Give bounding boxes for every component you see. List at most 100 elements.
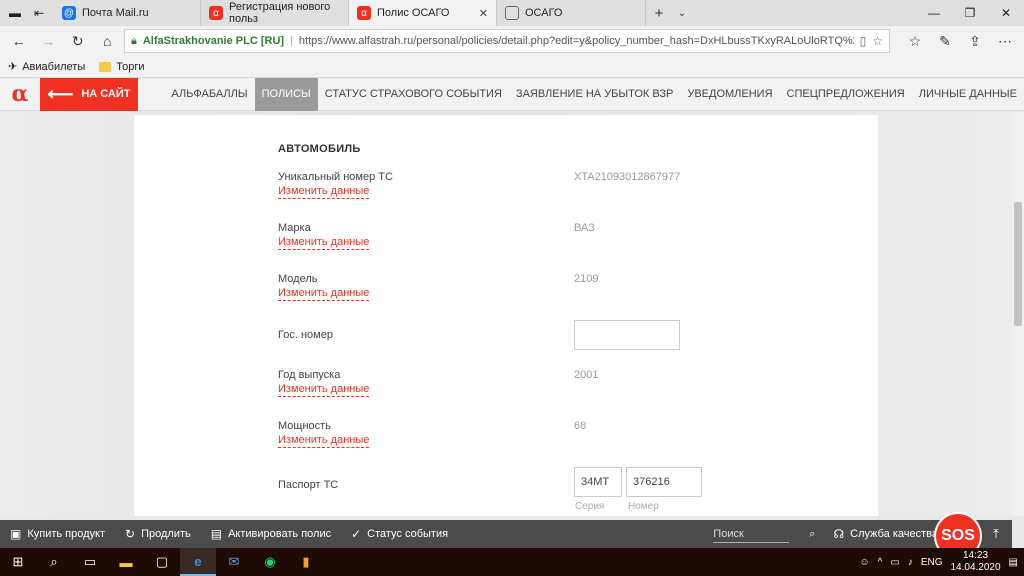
close-window-icon[interactable]: ✕ [988,0,1024,26]
back-to-site-button[interactable]: ⟵ НА САЙТ [40,77,138,111]
notifications-icon[interactable]: ▤ [1009,557,1018,568]
extend-button[interactable]: ↻ Продлить [115,527,201,541]
nav-claim-status[interactable]: СТАТУС СТРАХОВОГО СОБЫТИЯ [318,78,509,111]
alfa-logo[interactable]: α [0,78,40,111]
passport-number-input[interactable]: 376216 [626,467,702,497]
quality-service-button[interactable]: ☊ Служба качества [823,527,948,541]
mail-icon[interactable]: ✉ [216,548,252,576]
search-icon[interactable]: ⌕ [809,528,823,541]
favorites-icon[interactable]: ☆ [902,29,928,53]
field-plate: Гос. номер [278,329,838,341]
back-to-site-label: НА САЙТ [81,88,131,100]
volume-icon[interactable]: ♪ [908,557,913,568]
plate-input[interactable] [574,320,680,350]
forward-icon[interactable]: → [36,29,62,53]
tabs-aside-icon[interactable]: ⇤ [30,4,48,22]
tab-label: Полис ОСАГО [377,7,450,19]
passport-series-input[interactable]: 34МТ [574,467,622,497]
whatsapp-icon[interactable]: ◉ [252,548,288,576]
clock-date: 14.04.2020 [950,562,1001,573]
field-power: Мощность Изменить данные 68 [278,420,838,448]
arrow-left-icon: ⟵ [47,84,74,104]
page-scrollbar[interactable] [1012,112,1024,516]
tab-polis-osago[interactable]: α Полис ОСАГО ✕ [349,0,497,26]
page-content: АВТОМОБИЛЬ Уникальный номер ТС Изменить … [0,112,1012,516]
clock-time: 14:23 [963,550,989,561]
car-form-card: АВТОМОБИЛЬ Уникальный номер ТС Изменить … [134,115,878,516]
search-input[interactable]: Поиск [713,525,790,543]
field-model: Модель Изменить данные 2109 [278,273,838,301]
document-icon: ▤ [210,527,223,541]
refresh-icon[interactable]: ↻ [65,29,91,53]
pen-icon[interactable]: ✎ [932,29,958,53]
search-placeholder: Поиск [713,527,744,540]
nav-notifications[interactable]: УВЕДОМЛЕНИЯ [680,78,779,111]
page-icon [505,6,519,20]
tab-actions-icon[interactable]: ▬ [6,4,24,22]
favorite-torgi[interactable]: Торги [99,61,145,73]
task-view-icon[interactable]: ▭ [72,548,108,576]
edit-vin-link[interactable]: Изменить данные [278,185,370,199]
minimize-icon[interactable]: — [916,0,952,26]
scrollbar-thumb[interactable] [1014,202,1022,326]
document-app-icon[interactable]: ▮ [288,548,324,576]
activate-label: Активировать полис [228,528,332,540]
tab-label: Регистрация нового польз [229,1,331,25]
bottom-action-bar: ▣ Купить продукт ↻ Продлить ▤ Активирова… [0,520,1012,548]
favorite-aviatickets[interactable]: ✈ Авиабилеты [8,60,86,74]
search-icon[interactable]: ⌕ [36,548,72,576]
nav-alfaballs[interactable]: АЛЬФАБАЛЛЫ [164,78,254,111]
activate-policy-button[interactable]: ▤ Активировать полис [201,527,341,541]
mail-ru-icon: @ [62,6,76,20]
field-value: 68 [574,420,587,432]
home-icon[interactable]: ⌂ [95,29,121,53]
scroll-to-top-icon[interactable]: ⤒ [986,524,1006,544]
url-text: https://www.alfastrah.ru/personal/polici… [298,35,854,47]
store-icon[interactable]: ▢ [144,548,180,576]
support-label: Служба качества [850,528,938,540]
section-title: АВТОМОБИЛЬ [278,143,361,155]
edit-year-link[interactable]: Изменить данные [278,383,370,397]
chevron-up-icon[interactable]: ^ [878,557,883,568]
favorite-label: Авиабилеты [22,60,86,73]
nav-vzr-claim[interactable]: ЗАЯВЛЕНИЕ НА УБЫТОК ВЗР [509,78,680,111]
windows-start-icon[interactable]: ⊞ [0,548,36,576]
more-icon[interactable]: ⋯ [992,29,1018,53]
address-bar: ← → ↻ ⌂ 🔒︎ AlfaStrakhovanie PLC [RU] | h… [0,26,1024,56]
tab-mail-ru[interactable]: @ Почта Mail.ru [54,0,201,26]
edit-brand-link[interactable]: Изменить данные [278,236,370,250]
buy-product-button[interactable]: ▣ Купить продукт [0,527,115,541]
tab-registration[interactable]: α Регистрация нового польз [201,0,349,26]
url-field[interactable]: 🔒︎ AlfaStrakhovanie PLC [RU] | https://w… [124,29,890,53]
language-indicator[interactable]: ENG [921,557,943,568]
favorite-star-icon[interactable]: ☆ [872,34,883,48]
plane-icon: ✈ [8,61,18,73]
certificate-name: AlfaStrakhovanie PLC [RU] [142,35,285,47]
clock[interactable]: 14:23 14.04.2020 [950,550,1000,574]
restore-icon[interactable]: ❐ [952,0,988,26]
cart-icon: ▣ [10,527,22,541]
back-icon[interactable]: ← [6,29,32,53]
people-icon[interactable]: ☺ [859,557,869,568]
status-label: Статус события [367,528,449,540]
close-tab-icon[interactable]: ✕ [479,7,488,20]
tab-osago[interactable]: ОСАГО [497,0,646,26]
nav-special-offers[interactable]: СПЕЦПРЕДЛОЖЕНИЯ [780,78,912,111]
url-separator: | [290,35,293,47]
edit-power-link[interactable]: Изменить данные [278,434,370,448]
edit-model-link[interactable]: Изменить данные [278,287,370,301]
event-status-button[interactable]: ✓ Статус события [341,527,458,541]
nav-personal-data[interactable]: ЛИЧНЫЕ ДАННЫЕ [912,78,1024,111]
file-explorer-icon[interactable]: ▬ [108,548,144,576]
passport-number-hint: Номер [628,501,659,512]
network-icon[interactable]: ▭ [890,557,899,568]
reading-view-icon[interactable]: ▯ [860,34,867,48]
windows-taskbar: ⊞ ⌕ ▭ ▬ ▢ e ✉ ◉ ▮ ☺ ^ ▭ ♪ ENG 14:23 14.0… [0,548,1024,576]
site-header: α ⟵ НА САЙТ АЛЬФАБАЛЛЫ ПОЛИСЫ СТАТУС СТР… [0,77,1024,111]
share-icon[interactable]: ⇪ [962,29,988,53]
field-value: XTA21093012867977 [574,171,681,183]
edge-icon[interactable]: e [180,548,216,576]
new-tab-icon[interactable]: + [646,0,672,26]
chevron-down-icon[interactable]: ⌄ [672,0,692,26]
nav-policies[interactable]: ПОЛИСЫ [254,77,318,111]
